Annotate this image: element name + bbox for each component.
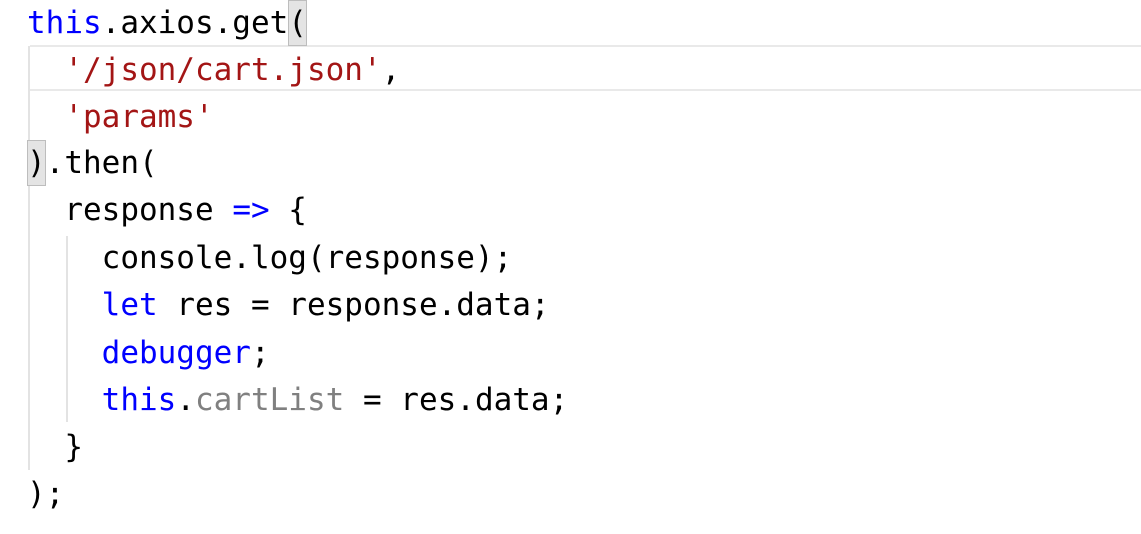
token-text: .axios.get: [101, 5, 289, 41]
token-string: '/json/cart.json': [64, 52, 382, 88]
code-line-11[interactable]: );: [27, 471, 64, 517]
code-line-1[interactable]: this.axios.get(: [27, 0, 307, 46]
token-text: );: [27, 476, 65, 512]
token-keyword: this: [101, 382, 177, 418]
code-line-5[interactable]: response => {: [27, 187, 307, 233]
token-text: = res.data;: [344, 382, 569, 418]
code-line-6[interactable]: console.log(response);: [27, 235, 513, 281]
token-text: response: [27, 192, 233, 228]
token-text: console.log(response);: [27, 240, 513, 276]
token-text: ;: [250, 335, 270, 371]
token-string: 'params': [64, 99, 214, 135]
code-editor[interactable]: this.axios.get( '/json/cart.json', 'para…: [0, 0, 1141, 534]
code-line-10[interactable]: }: [27, 424, 83, 470]
token-keyword: this: [27, 5, 102, 41]
token-text: {: [269, 192, 307, 228]
matched-bracket: (: [288, 0, 307, 46]
token-keyword: debugger: [101, 335, 251, 371]
matched-bracket: ): [27, 140, 46, 186]
token-text: .then(: [45, 145, 158, 181]
token-property: cartList: [194, 382, 345, 418]
code-line-2[interactable]: '/json/cart.json',: [27, 47, 400, 93]
code-line-9[interactable]: this.cartList = res.data;: [27, 377, 569, 423]
token-text: res = response.data;: [157, 287, 550, 323]
code-line-3[interactable]: 'params': [27, 94, 214, 140]
token-text: .: [176, 382, 195, 418]
code-line-7[interactable]: let res = response.data;: [27, 282, 550, 328]
code-line-8[interactable]: debugger;: [27, 330, 270, 376]
code-line-4[interactable]: ).then(: [27, 140, 158, 186]
token-text: ,: [381, 52, 401, 88]
token-keyword: let: [101, 287, 158, 323]
token-keyword: =>: [232, 192, 270, 228]
token-text: }: [27, 429, 83, 465]
